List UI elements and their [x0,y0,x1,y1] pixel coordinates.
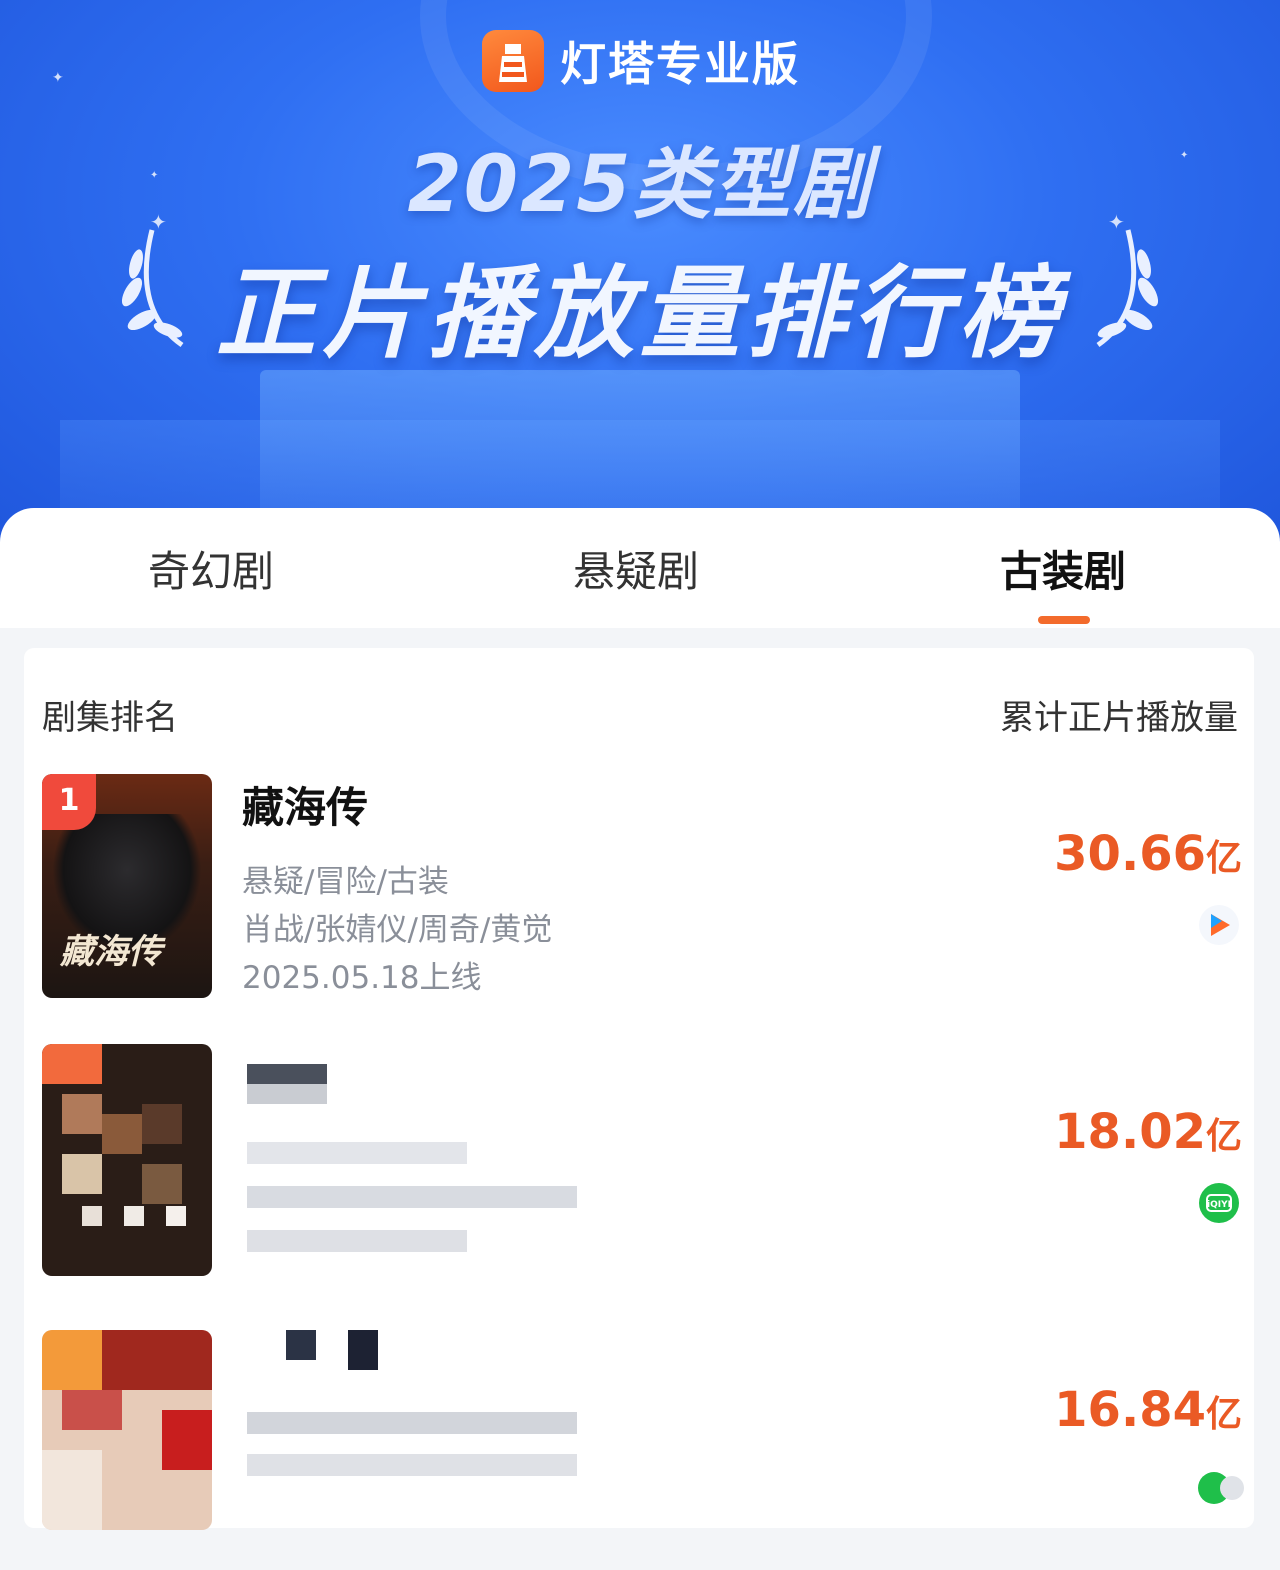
iqiyi-icon: iQIYI [1199,1183,1239,1223]
show-title [286,1330,316,1360]
show-genres [247,1142,467,1164]
poster-image[interactable] [42,1330,212,1530]
laurel-right-icon [1096,229,1159,348]
tencent-video-icon [1198,1472,1244,1504]
genre-tab-bar: 奇幻剧 悬疑剧 古装剧 [0,508,1280,628]
show-cast [247,1454,577,1476]
brand: 灯塔专业版 [482,28,800,94]
tab-costume[interactable]: 古装剧 [1000,538,1126,599]
tab-mystery[interactable]: 悬疑剧 [573,538,699,599]
lighthouse-logo-icon [482,30,544,92]
show-cast: 肖战/张婧仪/周奇/黄觉 [242,912,553,948]
show-release-date: 2025.05.18上线 [242,960,482,996]
list-item[interactable]: 18.02亿 iQIYI [42,1044,1242,1284]
rank-badge: 1 [42,774,96,830]
poster-image[interactable]: 藏海传 1 [42,774,212,998]
svg-text:iQIYI: iQIYI [1207,1200,1231,1210]
ranking-list: 剧集排名 累计正片播放量 藏海传 1 藏海传 悬疑/冒险/古装 肖战/张婧仪/周… [24,648,1254,1530]
list-item[interactable]: 16.84亿 [42,1330,1242,1570]
column-header-plays: 累计正片播放量 [1000,698,1238,738]
show-cast [247,1186,577,1208]
tab-fantasy[interactable]: 奇幻剧 [148,538,274,599]
header-banner: ✦ ✦ ✦ ✦ ✦ 灯塔专业版 2025类型剧 正片播放量排行榜 [0,0,1280,560]
show-title [247,1064,327,1084]
show-genres [247,1412,577,1434]
show-genres: 悬疑/冒险/古装 [242,864,449,900]
show-title[interactable]: 藏海传 [242,774,368,835]
active-tab-indicator [1038,616,1090,624]
play-count: 18.02亿 [1054,1104,1242,1160]
play-count: 16.84亿 [1054,1382,1242,1438]
show-release-date [247,1230,467,1252]
sparkle-icon: ✦ [52,70,64,86]
brand-name: 灯塔专业版 [560,37,800,91]
column-header-rank: 剧集排名 [42,698,178,738]
poster-title: 藏海传 [60,932,162,972]
poster-image[interactable] [42,1044,212,1276]
banner-title-year: 2025类型剧 [407,140,873,230]
list-item[interactable]: 藏海传 1 藏海传 悬疑/冒险/古装 肖战/张婧仪/周奇/黄觉 2025.05.… [42,774,1242,1014]
play-count: 30.66亿 [1054,826,1242,882]
youku-icon [1199,905,1239,945]
